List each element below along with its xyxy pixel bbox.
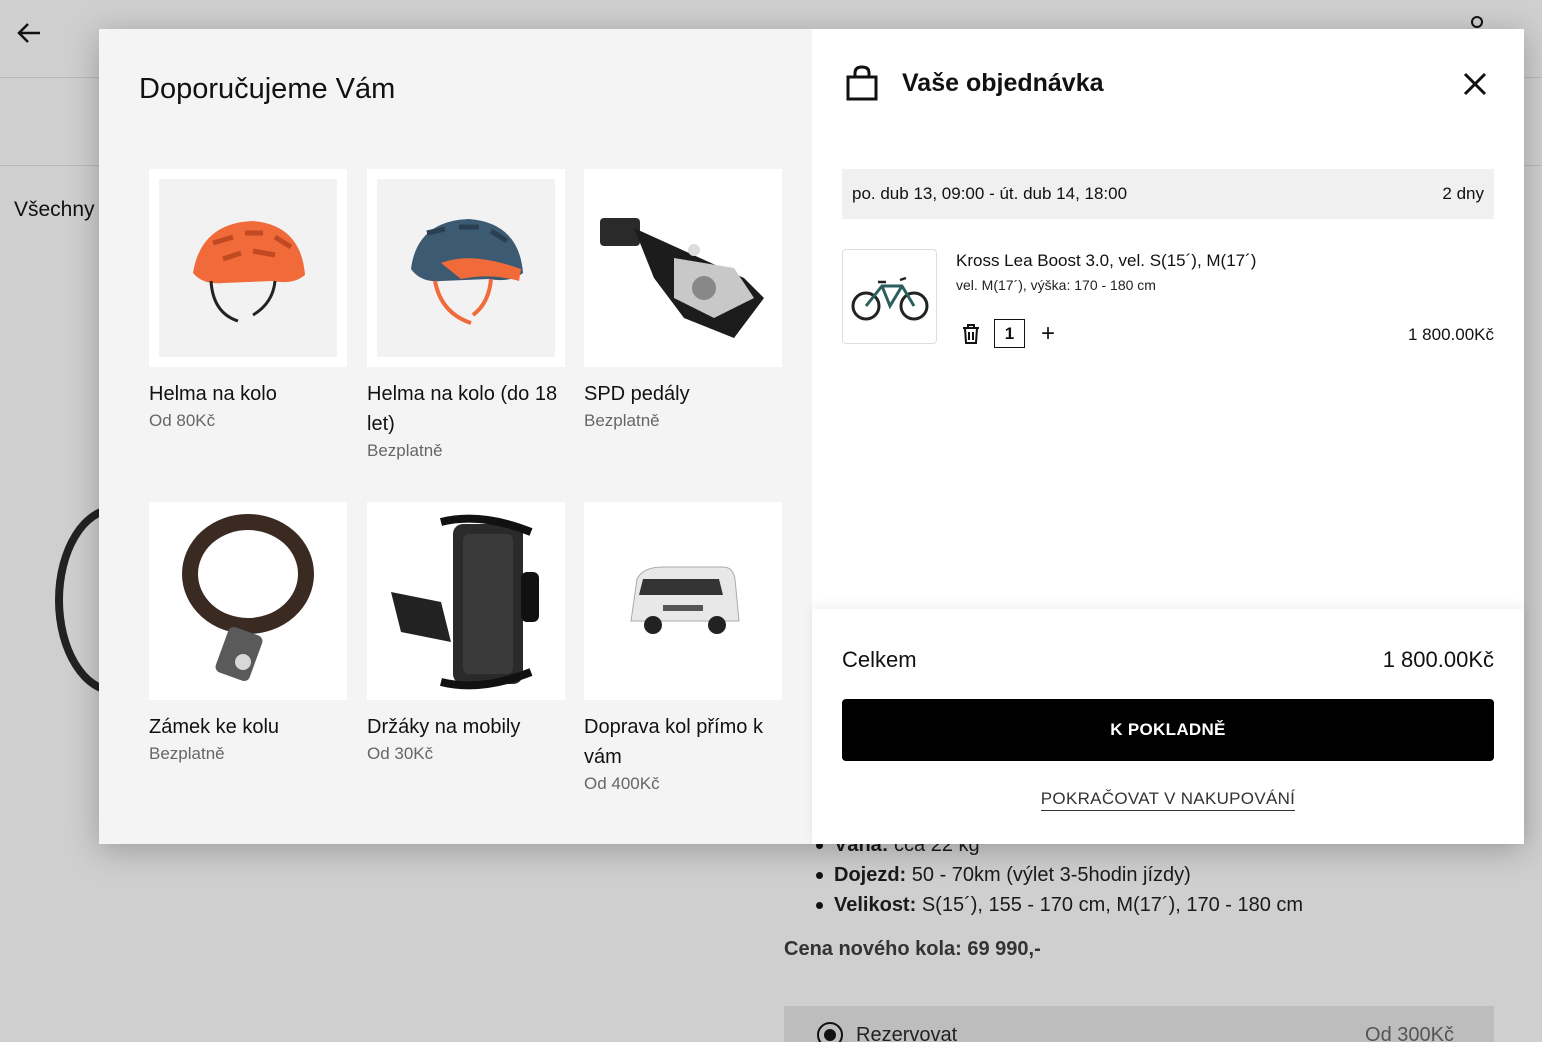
- product-card[interactable]: Držáky na mobily Od 30Kč: [367, 502, 565, 766]
- reserve-price: Od 300Kč: [1365, 1024, 1454, 1042]
- quantity-value[interactable]: 1: [994, 319, 1025, 348]
- product-image[interactable]: [367, 502, 565, 700]
- product-name[interactable]: SPD pedály: [584, 379, 782, 409]
- close-icon[interactable]: [1460, 69, 1490, 99]
- quantity-stepper: 1 +: [960, 319, 1059, 348]
- product-card[interactable]: Helma na kolo Od 80Kč: [149, 169, 347, 433]
- cable-lock-icon: [182, 514, 314, 682]
- recommendations-title: Doporučujeme Vám: [139, 73, 396, 105]
- product-card[interactable]: Doprava kol přímo k vám Od 400Kč: [584, 502, 782, 796]
- reserve-label: Rezervovat: [856, 1024, 958, 1042]
- rental-period: po. dub 13, 09:00 - út. dub 14, 18:00 2 …: [842, 169, 1494, 219]
- product-price: Od 400Kč: [584, 774, 660, 793]
- radio-selected-icon[interactable]: [817, 1022, 843, 1042]
- continue-shopping-link[interactable]: POKRAČOVAT V NAKUPOVÁNÍ: [1040, 789, 1296, 811]
- filter-all[interactable]: Všechny: [14, 198, 95, 222]
- product-image[interactable]: [149, 502, 347, 700]
- cart-item-name: Kross Lea Boost 3.0, vel. S(15´), M(17´): [956, 251, 1257, 270]
- order-header: Vaše objednávka: [844, 65, 1104, 101]
- spec-range: Dojezd: 50 - 70km (výlet 3-5hodin jízdy): [806, 860, 1303, 890]
- van-icon: [630, 566, 740, 634]
- continue-shopping: POKRAČOVAT V NAKUPOVÁNÍ: [812, 789, 1524, 811]
- order-footer: Celkem 1 800.00Kč K POKLADNĚ POKRAČOVAT …: [812, 609, 1524, 844]
- date-range: po. dub 13, 09:00 - út. dub 14, 18:00: [852, 184, 1128, 203]
- product-image[interactable]: [584, 502, 782, 700]
- cart-item-variant: vel. M(17´), výška: 170 - 180 cm: [956, 277, 1156, 293]
- cart-item: Kross Lea Boost 3.0, vel. S(15´), M(17´)…: [842, 249, 1494, 349]
- product-price: Bezplatně: [149, 744, 225, 763]
- product-price: Bezplatně: [584, 411, 660, 430]
- product-card[interactable]: Helma na kolo (do 18 let) Bezplatně: [367, 169, 565, 463]
- product-card[interactable]: Zámek ke kolu Bezplatně: [149, 502, 347, 766]
- order-panel: Vaše objednávka po. dub 13, 09:00 - út. …: [812, 29, 1524, 844]
- product-image[interactable]: [584, 169, 782, 367]
- total-label: Celkem: [842, 647, 917, 672]
- kids-helmet-icon: [411, 219, 523, 325]
- order-title: Vaše objednávka: [902, 68, 1104, 97]
- checkout-button[interactable]: K POKLADNĚ: [842, 699, 1494, 761]
- plus-icon[interactable]: +: [1037, 321, 1059, 346]
- product-card[interactable]: SPD pedály Bezplatně: [584, 169, 782, 433]
- spec-size: Velikost: S(15´), 155 - 170 cm, M(17´), …: [806, 890, 1303, 920]
- cart-item-image[interactable]: [842, 249, 937, 344]
- recommendations-panel: Doporučujeme Vám Helma na kolo Od 80Kč H…: [99, 29, 812, 844]
- back-arrow-icon[interactable]: [14, 18, 44, 48]
- rental-duration: 2 dny: [1442, 184, 1484, 203]
- reserve-option[interactable]: Rezervovat Od 300Kč: [784, 1006, 1494, 1042]
- cart-modal: Doporučujeme Vám Helma na kolo Od 80Kč H…: [99, 29, 1524, 844]
- product-price: Od 80Kč: [149, 411, 216, 430]
- product-name[interactable]: Helma na kolo (do 18 let): [367, 379, 565, 439]
- product-price: Bezplatně: [367, 441, 443, 460]
- product-name[interactable]: Helma na kolo: [149, 379, 347, 409]
- total-value: 1 800.00Kč: [1382, 647, 1494, 672]
- pedal-icon: [600, 218, 764, 338]
- orange-helmet-icon: [193, 221, 305, 323]
- shopping-bag-icon: [846, 65, 878, 101]
- cart-item-price: 1 800.00Kč: [1407, 325, 1494, 344]
- product-name[interactable]: Zámek ke kolu: [149, 712, 347, 742]
- product-name[interactable]: Držáky na mobily: [367, 712, 565, 742]
- trash-icon[interactable]: [960, 323, 982, 345]
- product-image[interactable]: [149, 169, 347, 367]
- product-name[interactable]: Doprava kol přímo k vám: [584, 712, 782, 772]
- product-price: Od 30Kč: [367, 744, 434, 763]
- new-bike-price: Cena nového kola: 69 990,-: [784, 938, 1041, 960]
- phone-holder-icon: [391, 514, 539, 690]
- bike-icon: [851, 276, 928, 320]
- product-image[interactable]: [367, 169, 565, 367]
